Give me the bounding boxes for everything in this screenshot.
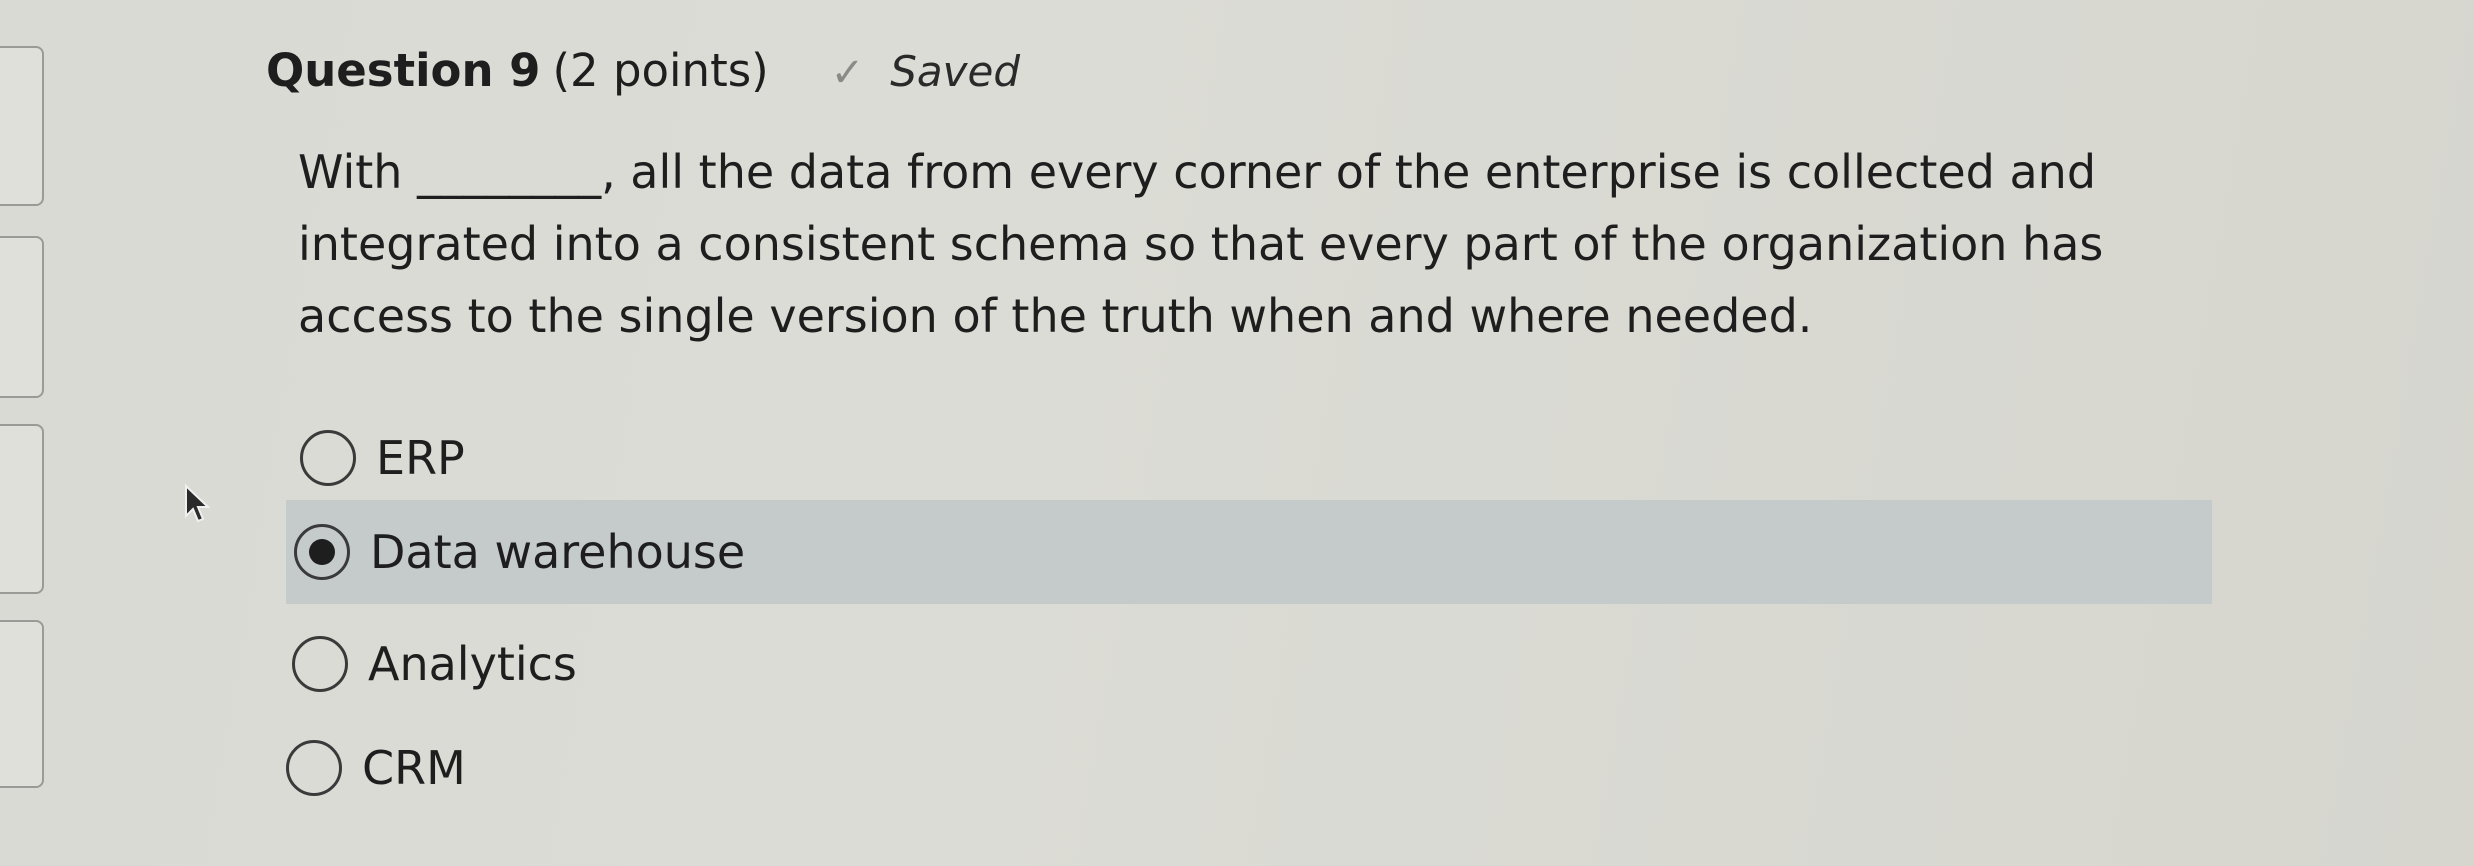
question-points: (2 points)	[552, 44, 769, 97]
option-label: ERP	[376, 431, 465, 485]
question-header: Question 9 (2 points) ✓ Saved	[266, 44, 1020, 97]
question-nav-strip: 3 ✓	[0, 0, 60, 866]
saved-label: Saved	[890, 47, 1021, 96]
option-label: Data warehouse	[370, 525, 746, 579]
radio-dot	[309, 539, 335, 565]
saved-status: ✓ Saved	[831, 47, 1020, 96]
question-nav-tile[interactable]	[0, 236, 44, 398]
question-nav-tile[interactable]	[0, 620, 44, 788]
answer-option-analytics[interactable]: Analytics	[284, 612, 2184, 716]
checkmark-icon: ✓	[830, 50, 865, 96]
option-label: CRM	[362, 741, 466, 795]
mouse-pointer-icon	[185, 484, 211, 523]
answer-option-crm[interactable]: CRM	[278, 716, 2178, 820]
answer-option-erp[interactable]: ERP	[292, 406, 2192, 510]
question-title: Question 9	[266, 44, 541, 97]
radio-button[interactable]	[292, 636, 348, 692]
question-nav-tile[interactable]	[0, 424, 44, 594]
answer-option-data-warehouse[interactable]: Data warehouse	[286, 500, 2212, 604]
radio-button[interactable]	[286, 740, 342, 796]
radio-button[interactable]	[300, 430, 356, 486]
question-nav-tile[interactable]: 3 ✓	[0, 46, 44, 206]
question-text: With ________, all the data from every c…	[298, 145, 2104, 343]
option-label: Analytics	[368, 637, 577, 691]
radio-button-selected[interactable]	[294, 524, 350, 580]
